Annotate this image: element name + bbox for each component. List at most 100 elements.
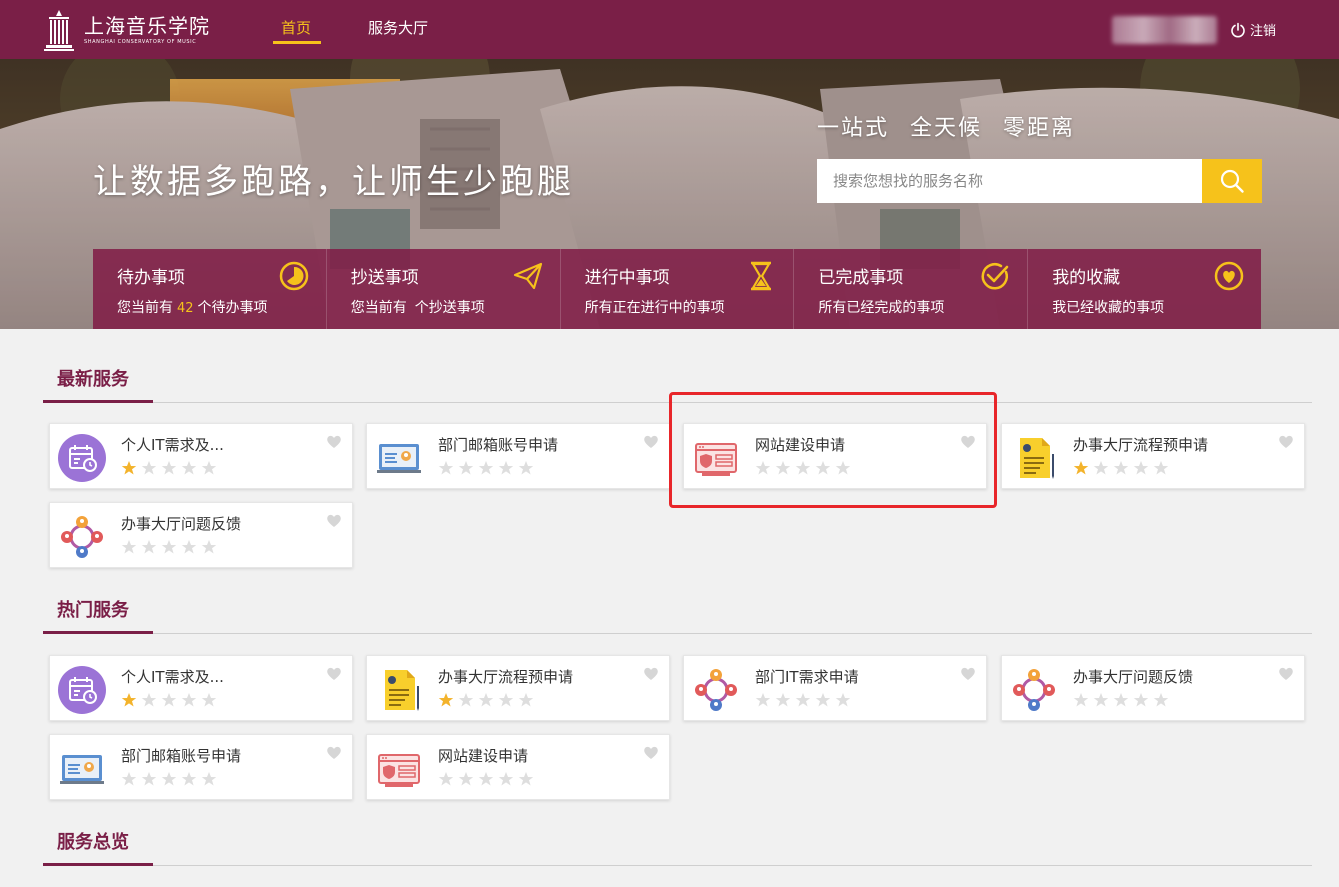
monitor-mail-icon — [58, 745, 106, 793]
service-card[interactable]: 办事大厅流程预申请 — [366, 655, 670, 721]
service-card[interactable]: 网站建设申请 — [366, 734, 670, 800]
star-empty-icon — [1113, 460, 1129, 476]
service-card[interactable]: 办事大厅问题反馈 — [1001, 655, 1305, 721]
section-title-underline — [43, 863, 153, 866]
star-empty-icon — [438, 771, 454, 787]
rating-stars — [438, 460, 538, 476]
service-name: 办事大厅问题反馈 — [1073, 668, 1194, 686]
section-title-overview: 服务总览 — [57, 832, 129, 853]
star-empty-icon — [141, 460, 157, 476]
school-logo[interactable]: 上海音乐学院 SHANGHAI CONSERVATORY OF MUSIC — [42, 8, 210, 52]
web-security-icon — [375, 745, 423, 793]
logout-label: 注销 — [1250, 24, 1277, 39]
document-icon — [1010, 434, 1058, 482]
quick-link-subtitle: 您当前有 42 个待办事项 — [117, 297, 268, 317]
favorite-heart-icon[interactable] — [643, 745, 659, 760]
service-card[interactable]: 办事大厅流程预申请 — [1001, 423, 1305, 489]
service-name: 部门IT需求申请 — [755, 668, 859, 686]
cc-prefix: 您当前有 — [350, 300, 407, 316]
logo-text: 上海音乐学院 SHANGHAI CONSERVATORY OF MUSIC — [84, 14, 210, 46]
calendar-icon — [58, 666, 106, 714]
logout-button[interactable]: 注销 — [1230, 20, 1276, 39]
section-divider — [43, 633, 1312, 634]
power-icon — [1231, 22, 1245, 37]
service-name: 部门邮箱账号申请 — [438, 436, 559, 454]
quick-link-in-progress[interactable]: 进行中事项 所有正在进行中的事项 — [560, 249, 795, 329]
section-divider — [43, 865, 1312, 866]
service-card[interactable]: 部门邮箱账号申请 — [49, 734, 353, 800]
todo-prefix: 您当前有 — [117, 300, 173, 316]
star-empty-icon — [498, 771, 514, 787]
top-navbar: 上海音乐学院 SHANGHAI CONSERVATORY OF MUSIC 首页… — [0, 0, 1339, 59]
favorite-heart-icon[interactable] — [326, 666, 342, 681]
favorite-heart-icon[interactable] — [960, 666, 976, 681]
star-empty-icon — [518, 692, 534, 708]
favorite-heart-icon[interactable] — [643, 434, 659, 449]
section-title-underline — [43, 631, 153, 634]
logo-chinese-name: 上海音乐学院 — [84, 14, 210, 38]
star-empty-icon — [181, 460, 197, 476]
star-empty-icon — [1153, 460, 1169, 476]
quick-link-title: 进行中事项 — [584, 268, 670, 288]
star-empty-icon — [518, 460, 534, 476]
star-empty-icon — [458, 460, 474, 476]
rating-stars — [121, 771, 221, 787]
rating-stars — [121, 692, 221, 708]
star-empty-icon — [1113, 692, 1129, 708]
quick-link-completed[interactable]: 已完成事项 所有已经完成的事项 — [794, 249, 1029, 329]
star-empty-icon — [458, 692, 474, 708]
nav-home[interactable]: 首页 — [281, 17, 311, 38]
todo-count: 42 — [177, 301, 194, 316]
star-empty-icon — [161, 692, 177, 708]
service-name: 个人IT需求及... — [121, 668, 224, 686]
star-empty-icon — [478, 771, 494, 787]
nav-service-hall[interactable]: 服务大厅 — [368, 17, 428, 38]
star-empty-icon — [1153, 692, 1169, 708]
hero-slogan: 让数据多跑路，让师生少跑腿 — [93, 162, 574, 202]
rating-stars — [121, 460, 221, 476]
star-empty-icon — [755, 692, 771, 708]
favorite-heart-icon[interactable] — [326, 745, 342, 760]
network-people-icon — [1010, 666, 1058, 714]
section-title-latest: 最新服务 — [57, 369, 129, 390]
star-empty-icon — [181, 771, 197, 787]
search-button[interactable] — [1202, 159, 1262, 203]
rating-stars — [438, 692, 538, 708]
star-empty-icon — [161, 460, 177, 476]
service-card[interactable]: 个人IT需求及... — [49, 655, 353, 721]
quick-link-title: 已完成事项 — [818, 268, 904, 288]
service-card[interactable]: 部门邮箱账号申请 — [366, 423, 670, 489]
star-empty-icon — [181, 692, 197, 708]
service-card[interactable]: 个人IT需求及... — [49, 423, 353, 489]
favorite-heart-icon[interactable] — [1278, 666, 1294, 681]
quick-link-favorites[interactable]: 我的收藏 我已经收藏的事项 — [1028, 249, 1261, 329]
star-filled-icon — [1073, 460, 1089, 476]
hourglass-icon — [751, 261, 772, 291]
favorite-heart-icon[interactable] — [326, 513, 342, 528]
star-empty-icon — [795, 692, 811, 708]
favorite-heart-icon[interactable] — [643, 666, 659, 681]
service-card[interactable]: 办事大厅问题反馈 — [49, 502, 353, 568]
star-empty-icon — [458, 771, 474, 787]
service-search-input[interactable] — [817, 159, 1202, 203]
service-name: 个人IT需求及... — [121, 436, 224, 454]
quick-link-subtitle: 您当前有 个抄送事项 — [351, 297, 485, 317]
network-people-icon — [58, 513, 106, 561]
favorite-heart-icon[interactable] — [1278, 434, 1294, 449]
network-people-icon — [692, 666, 740, 714]
service-card[interactable]: 部门IT需求申请 — [683, 655, 987, 721]
user-name-blurred[interactable] — [1112, 16, 1217, 44]
quick-link-todo[interactable]: 待办事项 您当前有 42 个待办事项 — [93, 249, 327, 329]
quick-links-bar: 待办事项 您当前有 42 个待办事项 抄送事项 您当前有 个抄送事项 进行中事项 所有… — [93, 249, 1261, 329]
quick-link-cc[interactable]: 抄送事项 您当前有 个抄送事项 — [326, 249, 561, 329]
star-empty-icon — [1093, 460, 1109, 476]
star-empty-icon — [498, 692, 514, 708]
favorite-heart-icon[interactable] — [326, 434, 342, 449]
monitor-mail-icon — [375, 434, 423, 482]
highlight-box — [669, 392, 997, 508]
star-empty-icon — [121, 539, 137, 555]
hero-banner: 让数据多跑路，让师生少跑腿 一站式 全天候 零距离 待办事项 您当前有 42个待办… — [0, 59, 1339, 329]
quick-link-subtitle: 我已经收藏的事项 — [1052, 300, 1165, 316]
paper-plane-icon — [513, 262, 542, 290]
quick-link-title: 抄送事项 — [350, 268, 419, 288]
